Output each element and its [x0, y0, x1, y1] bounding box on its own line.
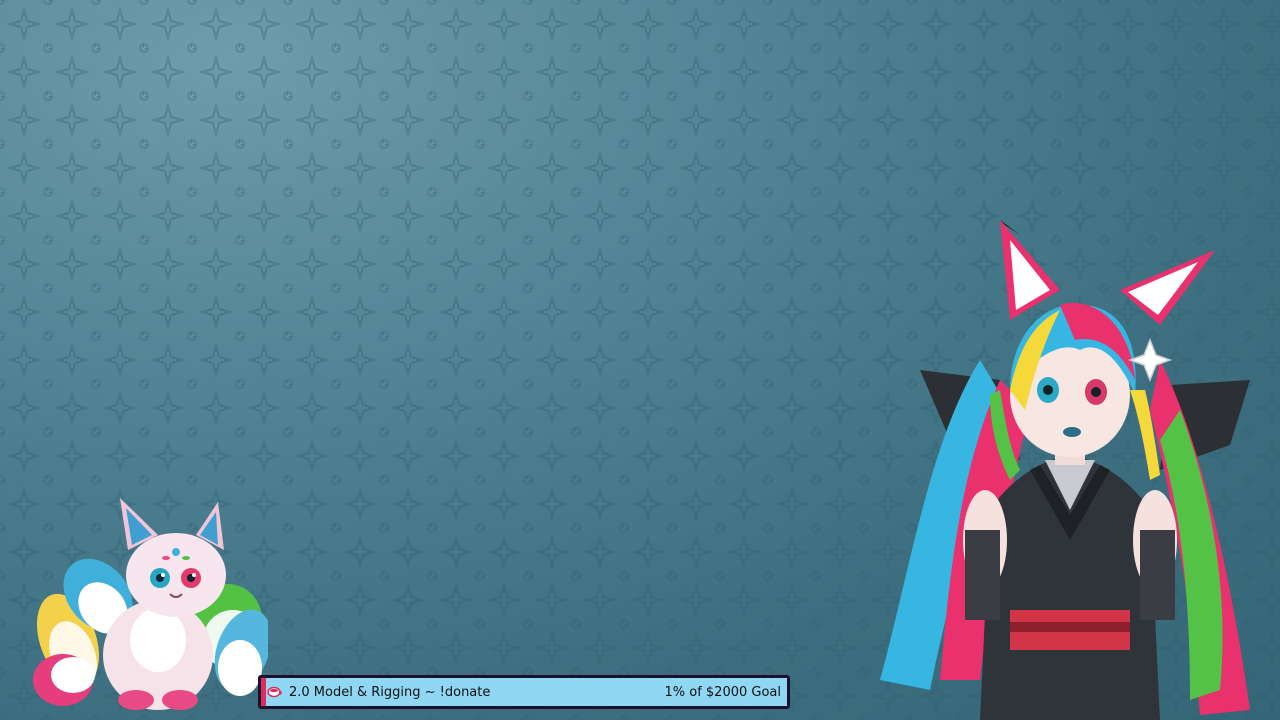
goal-title: 2.0 Model & Rigging ~ !donate — [289, 684, 491, 700]
coffee-cup-icon — [267, 686, 282, 698]
donation-goal-bar: 2.0 Model & Rigging ~ !donate 1% of $200… — [258, 675, 790, 709]
goal-content: 2.0 Model & Rigging ~ !donate 1% of $200… — [261, 678, 787, 706]
fox-girl-avatar — [880, 220, 1250, 720]
fox-pet-mascot — [33, 498, 268, 710]
goal-progress-text: 1% of $2000 Goal — [664, 684, 781, 700]
stream-overlay: 2.0 Model & Rigging ~ !donate 1% of $200… — [0, 0, 1280, 720]
